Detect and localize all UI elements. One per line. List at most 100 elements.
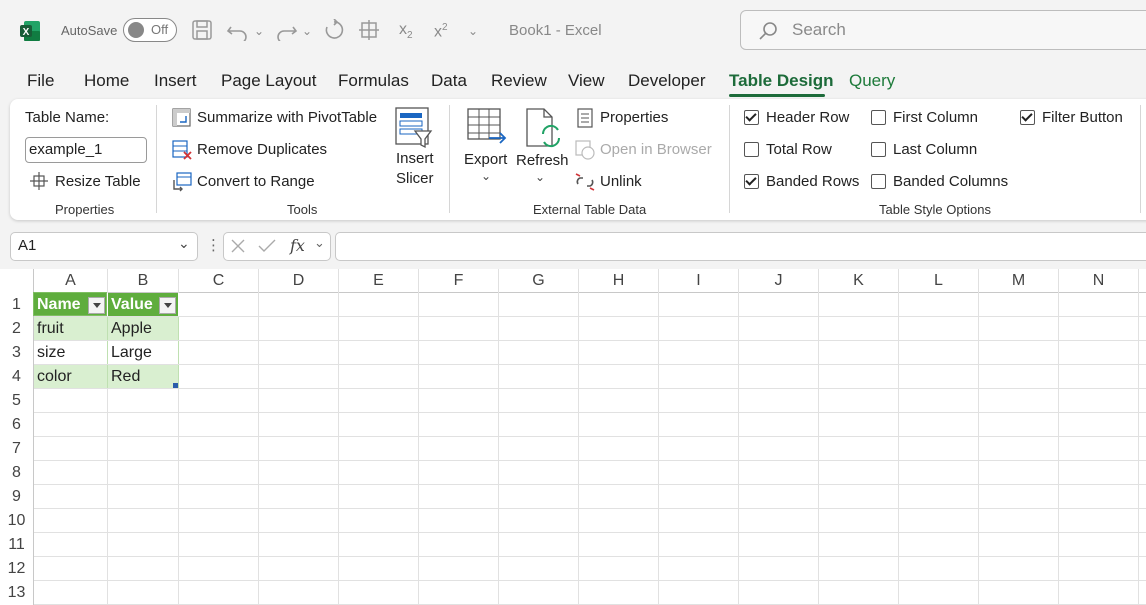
resize-table-button[interactable]: Resize Table xyxy=(55,173,141,190)
table-cell[interactable]: fruit xyxy=(34,317,108,340)
column-header-i[interactable]: I xyxy=(659,269,739,292)
name-box-dropdown-icon[interactable]: ⌄ xyxy=(178,235,190,252)
refresh-dropdown-icon[interactable]: ⌄ xyxy=(535,170,545,184)
borders-icon[interactable] xyxy=(358,19,380,41)
enter-icon[interactable] xyxy=(258,238,276,254)
last-column-checkbox[interactable] xyxy=(871,142,886,157)
row-gridline xyxy=(34,484,1146,485)
table-cell[interactable]: Apple xyxy=(108,317,179,340)
tab-formulas[interactable]: Formulas xyxy=(338,71,409,91)
table-name-input[interactable]: example_1 xyxy=(25,137,147,163)
open-in-browser-button[interactable]: Open in Browser xyxy=(600,141,712,158)
column-header-c[interactable]: C xyxy=(179,269,259,292)
refresh-button[interactable]: Refresh xyxy=(516,152,569,169)
row-header-7[interactable]: 7 xyxy=(0,437,33,461)
column-header-m[interactable]: M xyxy=(979,269,1059,292)
superscript-icon[interactable]: x2 xyxy=(434,18,448,42)
row-header-2[interactable]: 2 xyxy=(0,317,33,341)
tab-insert[interactable]: Insert xyxy=(154,71,197,91)
column-header-n[interactable]: N xyxy=(1059,269,1139,292)
more-options-icon[interactable]: ⋮ xyxy=(206,236,221,254)
summarize-pivottable-button[interactable]: Summarize with PivotTable xyxy=(197,109,377,126)
open-in-browser-icon xyxy=(575,140,595,160)
column-gridline xyxy=(418,292,419,605)
save-icon[interactable] xyxy=(191,19,213,41)
column-header-d[interactable]: D xyxy=(259,269,339,292)
row-header-8[interactable]: 8 xyxy=(0,461,33,485)
filter-button-checkbox[interactable] xyxy=(1020,110,1035,125)
export-button[interactable]: Export xyxy=(464,151,507,168)
redo-dropdown-icon[interactable]: ⌄ xyxy=(302,21,312,41)
header-row-checkbox[interactable] xyxy=(744,110,759,125)
column-header-b[interactable]: B xyxy=(108,269,179,292)
banded-rows-checkbox[interactable] xyxy=(744,174,759,189)
table-cell[interactable]: Red xyxy=(108,365,179,388)
tab-data[interactable]: Data xyxy=(431,71,467,91)
row-header-13[interactable]: 13 xyxy=(0,581,33,605)
column-gridline xyxy=(1138,292,1139,605)
tab-review[interactable]: Review xyxy=(491,71,547,91)
row-header-3[interactable]: 3 xyxy=(0,341,33,365)
row-header-12[interactable]: 12 xyxy=(0,557,33,581)
undo-icon[interactable] xyxy=(226,19,250,41)
banded-columns-checkbox[interactable] xyxy=(871,174,886,189)
tab-developer[interactable]: Developer xyxy=(628,71,706,91)
tab-page-layout[interactable]: Page Layout xyxy=(221,71,316,91)
formula-input[interactable] xyxy=(335,232,1146,261)
row-header-4[interactable]: 4 xyxy=(0,365,33,389)
cancel-icon[interactable] xyxy=(230,238,246,254)
export-dropdown-icon[interactable]: ⌄ xyxy=(481,169,491,183)
remove-duplicates-button[interactable]: Remove Duplicates xyxy=(197,141,327,158)
pivottable-icon xyxy=(172,108,191,127)
table-resize-handle[interactable] xyxy=(173,383,178,388)
column-header-a[interactable]: A xyxy=(34,269,108,292)
subscript-icon[interactable]: x2 xyxy=(399,20,413,46)
table-name-label: Table Name: xyxy=(25,109,110,126)
column-header-k[interactable]: K xyxy=(819,269,899,292)
insert-slicer-label-1[interactable]: Insert xyxy=(396,150,434,167)
filter-dropdown-icon[interactable] xyxy=(159,297,176,314)
external-properties-button[interactable]: Properties xyxy=(600,109,668,126)
column-header-j[interactable]: J xyxy=(739,269,819,292)
total-row-checkbox[interactable] xyxy=(744,142,759,157)
tab-file[interactable]: File xyxy=(27,71,54,91)
row-header-9[interactable]: 9 xyxy=(0,485,33,509)
tab-query[interactable]: Query xyxy=(849,71,895,91)
table-header-value: Value xyxy=(111,296,153,313)
column-header-e[interactable]: E xyxy=(339,269,419,292)
unlink-button[interactable]: Unlink xyxy=(600,173,642,190)
tab-home[interactable]: Home xyxy=(84,71,129,91)
search-box[interactable]: Search xyxy=(740,10,1146,50)
table-cell[interactable]: size xyxy=(34,341,108,364)
customize-qat-icon[interactable]: ⌄ xyxy=(468,21,478,41)
row-header-10[interactable]: 10 xyxy=(0,509,33,533)
convert-to-range-button[interactable]: Convert to Range xyxy=(197,173,315,190)
banded-columns-label: Banded Columns xyxy=(893,173,1009,190)
fx-dropdown-icon[interactable]: ⌄ xyxy=(314,235,325,251)
insert-slicer-label-2[interactable]: Slicer xyxy=(396,170,434,187)
table-cell[interactable]: color xyxy=(34,365,108,388)
insert-function-icon[interactable]: fx xyxy=(290,236,305,255)
column-header-l[interactable]: L xyxy=(899,269,979,292)
column-header-f[interactable]: F xyxy=(419,269,499,292)
autosave-toggle[interactable]: Off xyxy=(123,18,177,42)
first-column-label: First Column xyxy=(893,109,979,126)
redo-icon[interactable] xyxy=(274,19,298,41)
column-header-g[interactable]: G xyxy=(499,269,579,292)
row-header-5[interactable]: 5 xyxy=(0,389,33,413)
repeat-icon[interactable] xyxy=(322,19,346,41)
properties-group-label: Properties xyxy=(55,202,115,217)
tab-view[interactable]: View xyxy=(568,71,605,91)
table-cell[interactable]: Large xyxy=(108,341,179,364)
column-header-h[interactable]: H xyxy=(579,269,659,292)
search-icon xyxy=(759,22,777,40)
row-header-11[interactable]: 11 xyxy=(0,533,33,557)
svg-text:X: X xyxy=(23,27,30,38)
first-column-checkbox[interactable] xyxy=(871,110,886,125)
name-box[interactable]: A1 ⌄ xyxy=(10,232,198,261)
row-header-1[interactable]: 1 xyxy=(0,293,33,317)
tab-table-design[interactable]: Table Design xyxy=(729,71,834,91)
row-header-6[interactable]: 6 xyxy=(0,413,33,437)
column-gridline xyxy=(338,292,339,605)
undo-dropdown-icon[interactable]: ⌄ xyxy=(254,21,264,41)
